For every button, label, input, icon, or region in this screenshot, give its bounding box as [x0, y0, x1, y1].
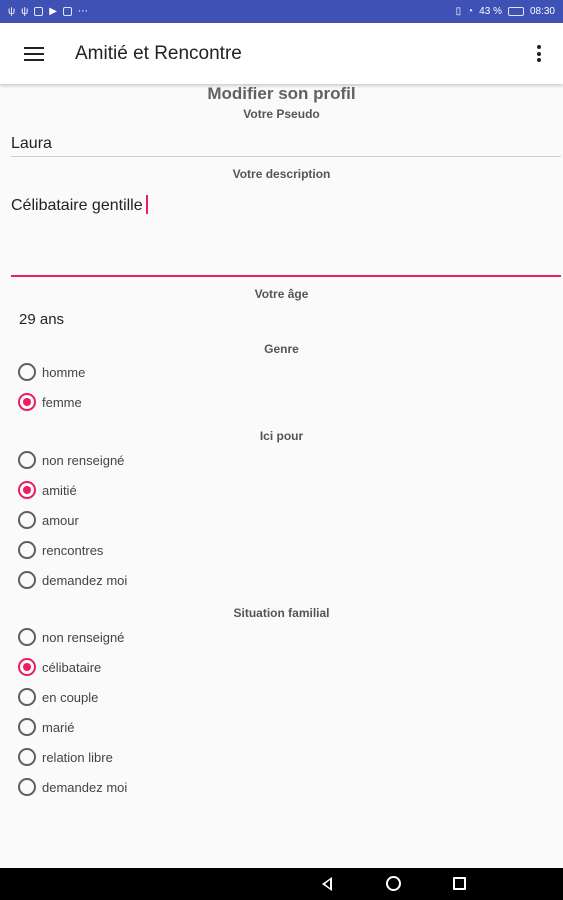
ici-pour-option[interactable]: amour: [18, 509, 79, 531]
status-bar: ψ ψ ▶ ⋯ ▯ ◔ 43 % 08:30: [0, 0, 563, 23]
situation-option[interactable]: relation libre: [18, 746, 113, 768]
usb-icon: ψ: [21, 6, 29, 17]
genre-option[interactable]: femme: [18, 391, 82, 413]
ici-pour-option-label: amour: [42, 512, 79, 528]
image-icon: [34, 7, 44, 16]
radio-checked-icon[interactable]: [18, 393, 36, 411]
radio-checked-icon[interactable]: [18, 481, 36, 499]
pseudo-underline: [11, 156, 561, 157]
description-text: Célibataire gentille: [11, 197, 143, 214]
text-cursor: [145, 195, 148, 214]
description-input[interactable]: Célibataire gentille: [11, 195, 148, 215]
page-title: Modifier son profil: [207, 84, 356, 103]
ici-pour-option-label: non renseigné: [42, 452, 125, 468]
more-options-icon[interactable]: [537, 45, 541, 62]
home-icon[interactable]: [386, 876, 401, 891]
status-system: ▯ ◔ 43 % 08:30: [456, 6, 555, 17]
pseudo-label: Votre Pseudo: [243, 107, 320, 121]
play-icon: ▶: [49, 6, 57, 17]
situation-option[interactable]: marié: [18, 716, 75, 738]
radio-unchecked-icon[interactable]: [18, 628, 36, 646]
menu-icon[interactable]: [24, 46, 44, 61]
radio-unchecked-icon[interactable]: [18, 748, 36, 766]
app-bar: Amitié et Rencontre: [0, 23, 563, 84]
situation-option[interactable]: demandez moi: [18, 776, 127, 798]
usb-icon: ψ: [8, 6, 16, 17]
mail-icon: [62, 7, 72, 16]
radio-checked-icon[interactable]: [18, 658, 36, 676]
radio-unchecked-icon[interactable]: [18, 688, 36, 706]
radio-unchecked-icon[interactable]: [18, 541, 36, 559]
recent-apps-icon[interactable]: [453, 877, 466, 890]
situation-option-label: non renseigné: [42, 629, 125, 645]
age-label: Votre âge: [254, 287, 309, 301]
situation-option-label: relation libre: [42, 749, 113, 765]
pseudo-input[interactable]: Laura: [11, 135, 52, 153]
radio-unchecked-icon[interactable]: [18, 571, 36, 589]
radio-unchecked-icon[interactable]: [18, 451, 36, 469]
situation-option-label: marié: [42, 719, 75, 735]
profile-form: Modifier son profil Votre Pseudo Laura V…: [0, 84, 563, 868]
battery-charging-icon: [507, 7, 524, 16]
radio-unchecked-icon[interactable]: [18, 778, 36, 796]
situation-option[interactable]: célibataire: [18, 656, 101, 678]
app-title: Amitié et Rencontre: [75, 42, 242, 64]
description-label: Votre description: [232, 167, 331, 181]
ici-pour-option[interactable]: rencontres: [18, 539, 103, 561]
ici-pour-option[interactable]: non renseigné: [18, 449, 124, 471]
genre-option[interactable]: homme: [18, 361, 85, 383]
ici-pour-option[interactable]: demandez moi: [18, 569, 127, 591]
status-notifications: ψ ψ ▶ ⋯: [8, 6, 88, 17]
situation-option-label: demandez moi: [42, 779, 128, 795]
navigation-bar: [0, 868, 563, 900]
back-icon[interactable]: [322, 877, 332, 891]
age-value[interactable]: 29 ans: [19, 311, 64, 328]
ici-pour-option-label: rencontres: [42, 542, 104, 558]
genre-label: Genre: [264, 342, 299, 356]
vibrate-icon: ▯: [455, 6, 462, 17]
battery-level: 43 %: [479, 6, 502, 17]
radio-unchecked-icon[interactable]: [18, 363, 36, 381]
situation-option-label: en couple: [42, 689, 99, 705]
more-icon: ⋯: [77, 6, 88, 17]
radio-unchecked-icon[interactable]: [18, 511, 36, 529]
situation-option[interactable]: non renseigné: [18, 626, 124, 648]
situation-option-label: célibataire: [42, 659, 102, 675]
clock: 08:30: [529, 6, 555, 17]
genre-option-label: femme: [42, 394, 82, 410]
wifi-icon: ◔: [467, 6, 474, 17]
ici-pour-label: Ici pour: [259, 429, 304, 443]
description-underline: [11, 275, 561, 277]
genre-option-label: homme: [42, 364, 86, 380]
ici-pour-option-label: demandez moi: [42, 572, 128, 588]
ici-pour-option[interactable]: amitié: [18, 479, 77, 501]
ici-pour-option-label: amitié: [42, 482, 77, 498]
radio-unchecked-icon[interactable]: [18, 718, 36, 736]
situation-option[interactable]: en couple: [18, 686, 98, 708]
situation-label: Situation familial: [233, 606, 330, 620]
